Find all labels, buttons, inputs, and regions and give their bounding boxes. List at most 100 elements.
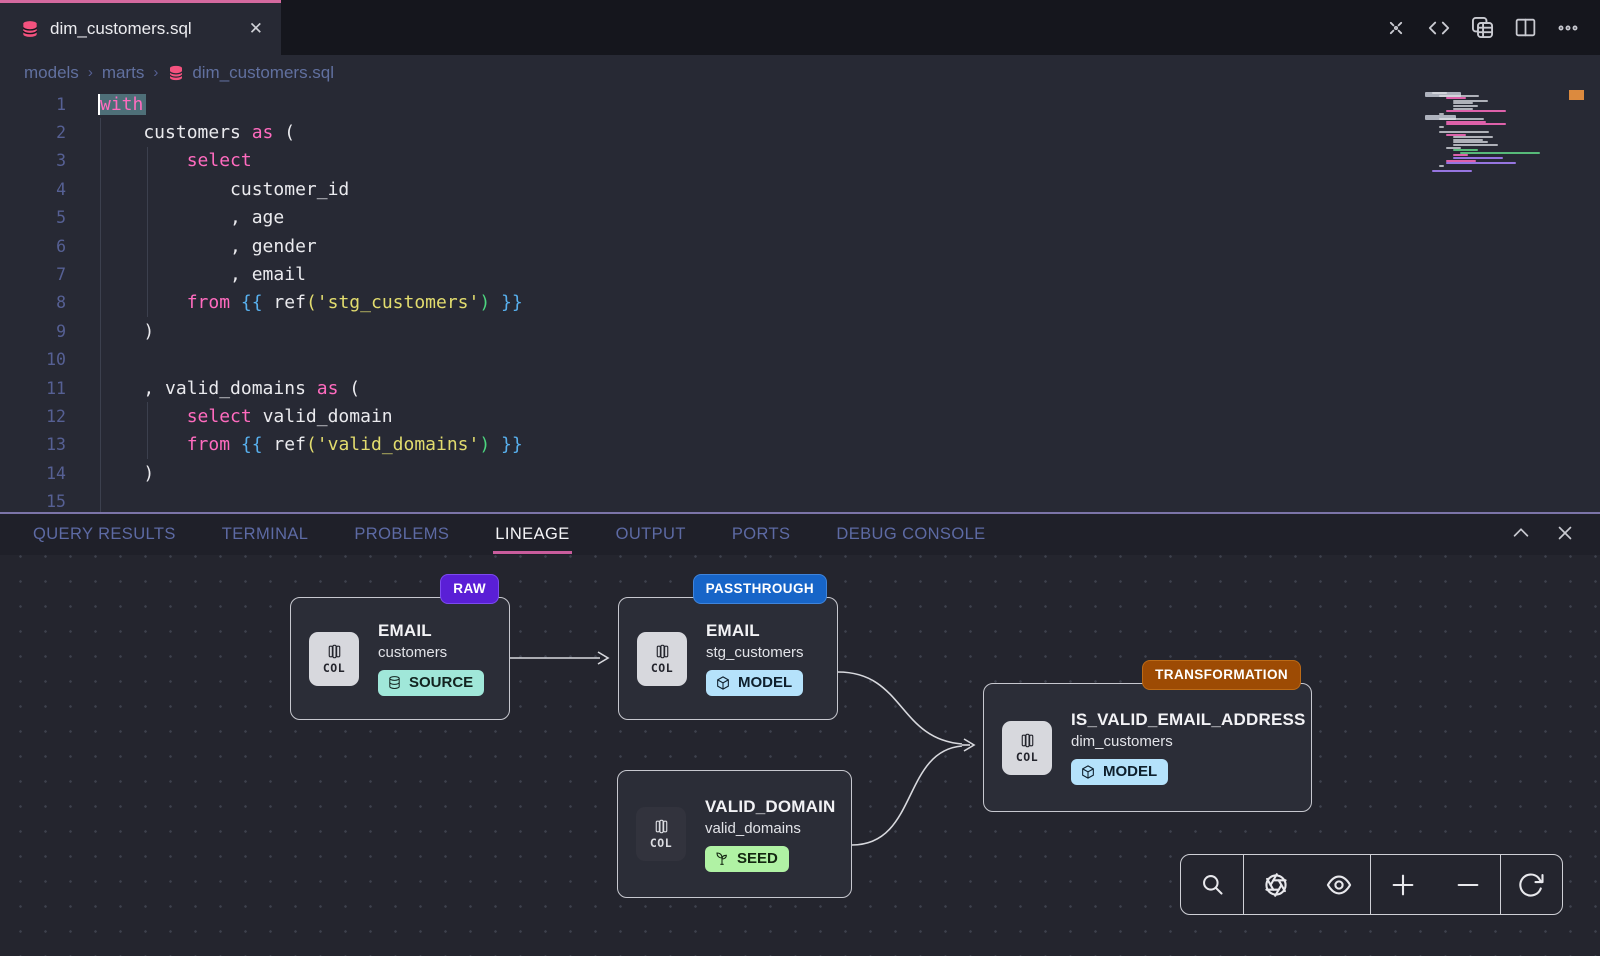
eye-icon[interactable] (1313, 855, 1365, 914)
line-number: 2 (0, 123, 66, 142)
code-line[interactable]: 11 , valid_domains as ( (0, 374, 1600, 402)
seed-icon (714, 850, 730, 866)
node-type-chip-source[interactable]: SOURCE (378, 670, 484, 696)
panel-tab-terminal[interactable]: TERMINAL (222, 525, 309, 544)
node-title: EMAIL (706, 621, 760, 641)
code-lines: 1with2 customers as (3 select4 customer_… (0, 90, 1600, 512)
minimap[interactable] (1425, 90, 1600, 512)
aperture-icon[interactable] (1250, 855, 1302, 914)
code-line[interactable]: 15 (0, 487, 1600, 512)
column-chip: COL (309, 632, 359, 686)
database-icon (387, 675, 402, 690)
line-number: 14 (0, 464, 66, 483)
zoom-out-icon[interactable] (1442, 855, 1494, 914)
code-line-text: , email (100, 264, 306, 285)
node-type-label: MODEL (1103, 763, 1157, 780)
panel-tab-debug-console[interactable]: DEBUG CONSOLE (836, 525, 985, 544)
database-icon (20, 19, 40, 39)
code-line-text: from {{ ref('valid_domains') }} (100, 434, 523, 455)
selected-token: with (100, 94, 146, 115)
code-line[interactable]: 14 ) (0, 459, 1600, 487)
code-token (100, 406, 187, 427)
code-line[interactable]: 13 from {{ ref('valid_domains') }} (0, 431, 1600, 459)
code-token: customer_id (100, 179, 349, 200)
panel-tab-query-results[interactable]: QUERY RESULTS (33, 525, 176, 544)
code-line[interactable]: 1 with (0, 90, 1600, 118)
lineage-node[interactable]: RAWCOLEMAILcustomersSOURCE (290, 597, 510, 720)
refresh-icon[interactable] (1506, 855, 1558, 914)
editor-action-bar (1382, 0, 1582, 55)
lineage-node[interactable]: COLVALID_DOMAINvalid_domainsSEED (617, 770, 852, 898)
cube-icon (715, 675, 731, 691)
code-token (100, 434, 187, 455)
code-line[interactable]: 6 , gender (0, 232, 1600, 260)
line-number: 11 (0, 379, 66, 398)
code-token: }} (501, 292, 523, 313)
dbt-power-user-icon[interactable] (1382, 14, 1410, 42)
line-number: 13 (0, 435, 66, 454)
zoom-in-icon[interactable] (1377, 855, 1429, 914)
line-number: 1 (0, 95, 66, 114)
breadcrumb-segment[interactable]: models (24, 63, 79, 83)
more-actions-icon[interactable] (1554, 14, 1582, 42)
minimap-line (1446, 110, 1506, 112)
tab-close-icon[interactable]: ✕ (245, 19, 267, 39)
code-token: customers (100, 122, 252, 143)
indent-guide (147, 147, 148, 317)
code-editor[interactable]: 1with2 customers as (3 select4 customer_… (0, 90, 1600, 512)
split-editor-icon[interactable] (1511, 14, 1539, 42)
panel-tab-problems[interactable]: PROBLEMS (354, 525, 449, 544)
minimap-line (1439, 165, 1444, 167)
minimap-line (1439, 131, 1489, 133)
column-chip-label: COL (650, 836, 672, 850)
minimap-line (1453, 105, 1478, 107)
breadcrumb-segment[interactable]: marts (102, 63, 145, 83)
code-icon[interactable] (1425, 14, 1453, 42)
duplicate-table-icon[interactable] (1468, 14, 1496, 42)
line-number: 8 (0, 293, 66, 312)
panel-tab-ports[interactable]: PORTS (732, 525, 791, 544)
node-type-chip-seed[interactable]: SEED (705, 846, 789, 872)
lineage-node[interactable]: PASSTHROUGHCOLEMAILstg_customersMODEL (618, 597, 838, 720)
minimap-line (1446, 123, 1506, 125)
code-line-text: customer_id (100, 179, 349, 200)
lineage-node[interactable]: TRANSFORMATIONCOLIS_VALID_EMAIL_ADDRESSd… (983, 683, 1312, 812)
breadcrumb-file[interactable]: dim_customers.sql (167, 63, 334, 83)
node-type-chip-model[interactable]: MODEL (1071, 759, 1168, 785)
close-panel-icon[interactable] (1554, 522, 1576, 549)
code-line[interactable]: 3 select (0, 147, 1600, 175)
code-line[interactable]: 5 , age (0, 204, 1600, 232)
editor-tab-strip: dim_customers.sql ✕ (0, 0, 1600, 55)
collapse-panel-icon[interactable] (1510, 522, 1532, 549)
node-type-chip-model[interactable]: MODEL (706, 670, 803, 696)
code-line[interactable]: 8 from {{ ref('stg_customers') }} (0, 289, 1600, 317)
column-chip: COL (637, 632, 687, 686)
code-token (100, 292, 187, 313)
code-line[interactable]: 9 ) (0, 317, 1600, 345)
search-icon[interactable] (1186, 855, 1238, 914)
code-token: select (187, 150, 252, 171)
code-line-text: customers as ( (100, 122, 295, 143)
toolbar-group (1501, 855, 1562, 914)
column-chip: COL (636, 807, 686, 861)
code-line[interactable]: 2 customers as ( (0, 118, 1600, 146)
code-token: {{ (241, 434, 263, 455)
minimap-line (1446, 97, 1466, 99)
panel-header-icons (1510, 514, 1576, 557)
tab-dim-customers[interactable]: dim_customers.sql ✕ (0, 0, 281, 55)
code-line[interactable]: 12 select valid_domain (0, 402, 1600, 430)
panel-tab-output[interactable]: OUTPUT (616, 525, 686, 544)
code-line[interactable]: 7 , email (0, 260, 1600, 288)
line-number: 5 (0, 208, 66, 227)
code-line[interactable]: 4 customer_id (0, 175, 1600, 203)
tab-title: dim_customers.sql (50, 19, 235, 39)
toolbar-group (1181, 855, 1244, 914)
panel-tab-lineage[interactable]: LINEAGE (495, 525, 569, 544)
columns-icon (653, 818, 670, 835)
toolbar-group (1244, 855, 1371, 914)
code-token: , age (100, 207, 284, 228)
code-line[interactable]: 10 (0, 346, 1600, 374)
code-token: ) (100, 463, 154, 484)
lineage-canvas[interactable]: RAWCOLEMAILcustomersSOURCEPASSTHROUGHCOL… (0, 555, 1600, 956)
breadcrumb-separator: › (88, 64, 93, 81)
